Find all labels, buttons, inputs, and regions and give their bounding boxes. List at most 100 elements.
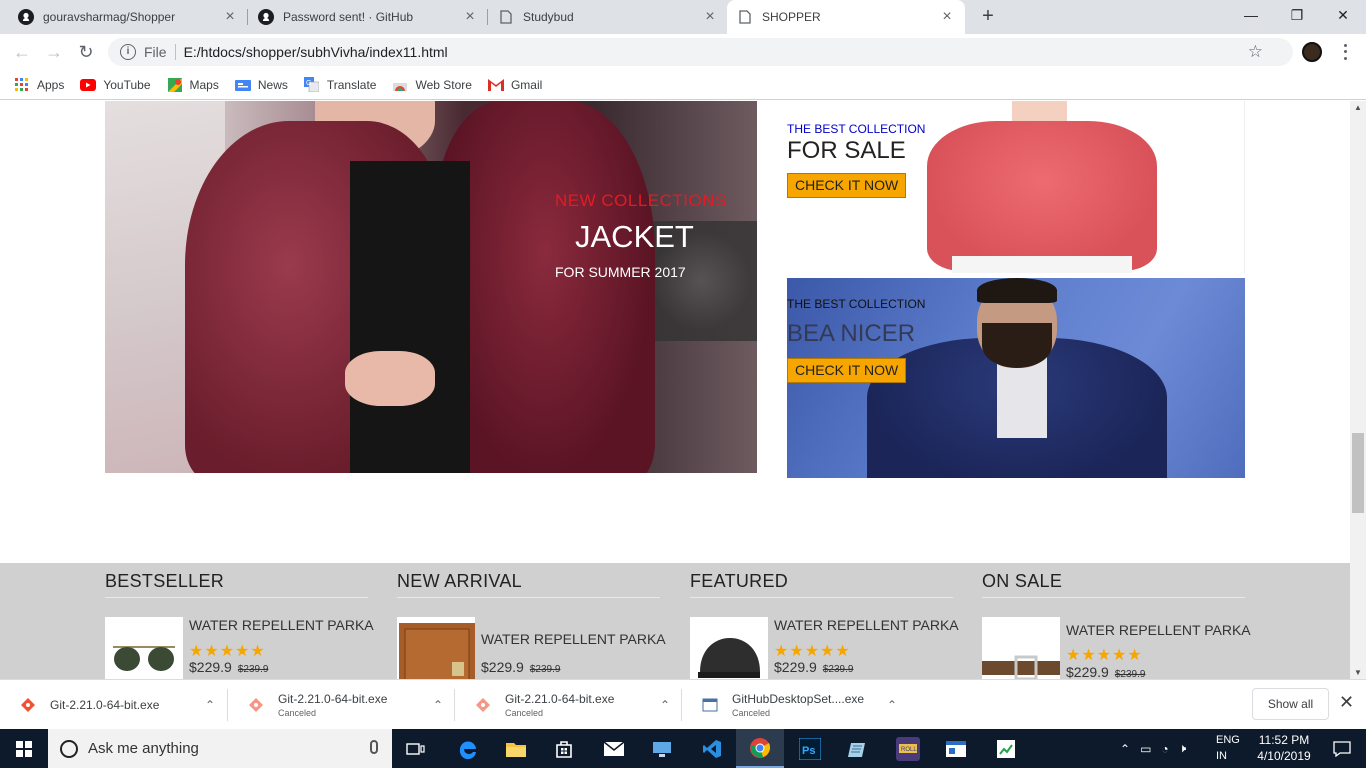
notifications-icon[interactable] [1318, 729, 1366, 768]
tab-title: Password sent! · GitHub [283, 10, 414, 24]
chrome-icon[interactable] [736, 729, 784, 768]
promo-headline: FOR SALE [787, 137, 906, 164]
cap-thumbnail[interactable] [690, 617, 768, 679]
bookmark-translate[interactable]: G Translate [304, 77, 377, 93]
system-tray: ⌃ ▭ ◔ 🕨 [1120, 729, 1186, 768]
download-item[interactable]: GitHubDesktopSet....exe Canceled ⌃ [682, 680, 909, 730]
photoshop-icon[interactable]: Ps [786, 729, 834, 768]
bookmark-star-icon[interactable]: ☆ [1248, 42, 1263, 62]
bookmark-webstore[interactable]: Web Store [392, 77, 472, 93]
tab-title: gouravsharmag/Shopper [43, 10, 176, 24]
chevron-up-icon[interactable]: ⌃ [655, 698, 675, 712]
close-tab-icon[interactable]: × [462, 8, 478, 26]
notepad-icon[interactable] [834, 729, 882, 768]
tab-shopper[interactable]: SHOPPER × [727, 0, 965, 34]
browser-menu-icon[interactable] [1340, 42, 1350, 62]
restore-button[interactable]: ❐ [1274, 0, 1320, 30]
edge-browser-icon[interactable] [444, 729, 492, 768]
mail-icon[interactable] [590, 729, 638, 768]
download-item[interactable]: Git-2.21.0-64-bit.exe ⌃ [0, 680, 228, 730]
search-placeholder: Ask me anything [88, 740, 199, 757]
language-indicator[interactable]: ENG IN [1216, 732, 1240, 764]
forward-arrow-icon[interactable]: → [42, 40, 66, 64]
belt-thumbnail[interactable] [982, 617, 1060, 679]
scrollbar-thumb[interactable] [1352, 433, 1364, 513]
show-all-button[interactable]: Show all [1252, 688, 1329, 720]
speaker-muted-icon[interactable]: 🕨 [1179, 741, 1187, 756]
close-tab-icon[interactable]: × [222, 8, 238, 26]
info-icon[interactable]: i [120, 44, 136, 60]
github-icon [18, 9, 34, 25]
bookmark-youtube[interactable]: YouTube [80, 77, 151, 93]
reload-icon[interactable]: ↻ [74, 40, 98, 64]
product-price: $229.9 $239.9 [189, 659, 269, 675]
bookmarks-bar: Apps YouTube Maps News G Translate Web S… [0, 70, 1366, 100]
sunglasses-thumbnail[interactable] [105, 617, 183, 679]
tab-studybud[interactable]: Studybud × [488, 0, 728, 34]
rating-stars-icon: ★★★★★ [1066, 647, 1143, 664]
chevron-up-icon[interactable]: ⌃ [882, 698, 902, 712]
download-item[interactable]: Git-2.21.0-64-bit.exe Canceled ⌃ [228, 680, 455, 730]
product-name[interactable]: WATER REPELLENT PARKA [774, 617, 959, 633]
wifi-icon[interactable]: ◔ [1161, 742, 1168, 756]
vscode-icon[interactable] [688, 729, 736, 768]
file-explorer-icon[interactable] [492, 729, 540, 768]
profile-avatar[interactable] [1302, 42, 1322, 62]
promo-for-sale[interactable]: THE BEST COLLECTION FOR SALE CHECK IT NO… [787, 101, 1245, 273]
download-item[interactable]: Git-2.21.0-64-bit.exe Canceled ⌃ [455, 680, 682, 730]
battery-icon[interactable]: ▭ [1140, 742, 1151, 756]
column-heading: BESTSELLER [105, 571, 225, 591]
game-app-icon[interactable]: ROLL [884, 729, 932, 768]
bookmark-label: Apps [37, 77, 65, 92]
bookmark-label: Gmail [510, 77, 543, 92]
translate-icon: G [304, 77, 320, 93]
address-bar[interactable]: i File E:/htdocs/shopper/subhVivha/index… [108, 38, 1293, 66]
spreadsheet-app-icon[interactable] [982, 729, 1030, 768]
hero-headline: JACKET [575, 219, 694, 254]
hero-banner[interactable]: NEW COLLECTIONS JACKET FOR SUMMER 2017 [105, 101, 757, 473]
chevron-up-icon[interactable]: ⌃ [1120, 742, 1130, 756]
back-arrow-icon[interactable]: ← [10, 40, 34, 64]
bookmark-news[interactable]: News [234, 77, 288, 93]
svg-text:Ps: Ps [802, 745, 815, 757]
close-tab-icon[interactable]: × [939, 8, 955, 26]
clock[interactable]: 11:52 PM 4/10/2019 [1254, 732, 1314, 764]
promo-bea-nicer[interactable]: THE BEST COLLECTION BEA NICER CHECK IT N… [787, 278, 1245, 478]
close-window-button[interactable]: ✕ [1320, 0, 1366, 30]
product-price: $229.9 $239.9 [774, 659, 854, 675]
news-icon [234, 77, 251, 93]
scroll-up-icon[interactable]: ▲ [1354, 103, 1362, 112]
microphone-icon[interactable] [370, 740, 378, 754]
minimize-button[interactable]: — [1228, 0, 1274, 30]
windows-logo-icon [16, 740, 32, 757]
git-installer-icon [249, 698, 263, 712]
close-icon[interactable]: ✕ [1339, 692, 1354, 713]
bookmark-apps[interactable]: Apps [14, 77, 64, 93]
clock-date: 4/10/2019 [1257, 749, 1311, 763]
bookmark-maps[interactable]: Maps [167, 77, 219, 93]
check-it-now-button[interactable]: CHECK IT NOW [787, 358, 907, 383]
url-text[interactable]: E:/htdocs/shopper/subhVivha/index11.html [184, 44, 448, 60]
product-name[interactable]: WATER REPELLENT PARKA [189, 617, 374, 633]
tab-github-password[interactable]: Password sent! · GitHub × [248, 0, 488, 34]
bookmark-gmail[interactable]: Gmail [487, 77, 543, 93]
task-view-icon[interactable] [392, 729, 440, 768]
scroll-down-icon[interactable]: ▼ [1354, 668, 1362, 677]
new-tab-button[interactable]: + [976, 5, 1000, 29]
tab-github-shopper[interactable]: gouravsharmag/Shopper × [8, 0, 248, 34]
store-icon[interactable] [540, 729, 588, 768]
download-filename: Git-2.21.0-64-bit.exe [278, 692, 388, 706]
check-it-now-button[interactable]: CHECK IT NOW [787, 173, 907, 198]
page-scrollbar[interactable]: ▲ ▼ [1350, 101, 1366, 679]
close-tab-icon[interactable]: × [702, 8, 718, 26]
window-app-icon[interactable] [932, 729, 980, 768]
remote-desktop-icon[interactable] [638, 729, 686, 768]
cortana-search-box[interactable]: Ask me anything [48, 729, 392, 768]
wallet-thumbnail[interactable] [397, 617, 475, 679]
chevron-up-icon[interactable]: ⌃ [428, 698, 448, 712]
chevron-up-icon[interactable]: ⌃ [200, 698, 220, 712]
bookmark-label: Maps [189, 77, 219, 92]
start-button[interactable] [0, 729, 48, 768]
bookmark-label: Translate [326, 77, 377, 92]
product-name[interactable]: WATER REPELLENT PARKA [1066, 622, 1251, 638]
